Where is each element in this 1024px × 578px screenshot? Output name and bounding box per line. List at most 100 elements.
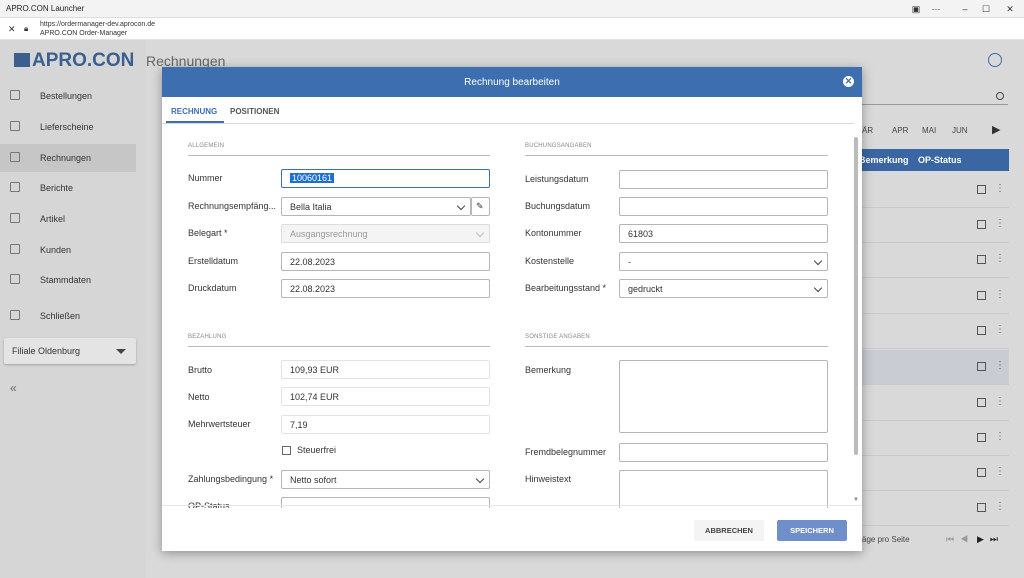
hinweistext-textarea[interactable] [619,470,828,508]
netto-label: Netto [188,392,210,402]
buchungsdatum-label: Buchungsdatum [525,201,591,211]
edit-icon[interactable] [977,398,986,407]
more-vert-icon[interactable]: ⋮ [995,183,1005,194]
sidebar-item-artikel[interactable]: Artikel [0,205,136,233]
cancel-button[interactable]: ABBRECHEN [694,520,764,541]
hinweistext-label: Hinweistext [525,474,572,484]
table-row[interactable]: ⋮ [857,350,1009,385]
section-buchungsangaben: BUCHUNGSANGABEN [525,143,592,149]
pin-icon[interactable]: ▣ [906,2,926,16]
more-vert-icon[interactable]: ⋮ [995,396,1005,407]
logout-icon [10,310,20,320]
sidebar-item-lieferscheine[interactable]: Lieferscheine [0,113,136,141]
section-bezahlung: BEZAHLUNG [188,334,227,340]
tab-positionen[interactable]: POSITIONEN [230,107,279,116]
edit-icon[interactable] [977,185,986,194]
sidebar-item-bestellungen[interactable]: Bestellungen [0,82,136,110]
pagination-nav-icon[interactable]: ⏮◀ [946,534,974,545]
fremdbelegnummer-label: Fremdbelegnummer [525,447,607,457]
zahlungsbedingung-select[interactable]: Netto sofort [281,470,490,489]
kostenstelle-select[interactable]: - [619,252,828,271]
sidebar-item-label: Bestellungen [40,91,93,101]
minimize-icon[interactable]: – [955,2,975,16]
steuerfrei-checkbox[interactable] [282,446,291,455]
tab-rechnung[interactable]: RECHNUNG [171,107,217,116]
sidebar-item-berichte[interactable]: Berichte [0,174,136,202]
erstelldatum-field[interactable]: 22.08.2023 [281,252,490,271]
edit-recipient-button[interactable]: ✎ [471,197,490,216]
col-opstatus: OP-Status [918,155,962,165]
table-row[interactable]: ⋮ [857,314,1009,349]
table-row[interactable]: ⋮ [857,421,1009,456]
edit-icon[interactable] [977,468,986,477]
chevron-down-icon [813,256,823,266]
leistungsdatum-field[interactable] [619,170,828,189]
edit-icon[interactable] [977,362,986,371]
edit-icon[interactable] [977,433,986,442]
buchungsdatum-field[interactable] [619,197,828,216]
table-row[interactable]: ⋮ [857,386,1009,421]
table-row[interactable]: ⋮ [857,173,1009,208]
more-vert-icon[interactable]: ⋮ [995,324,1005,335]
refresh-icon[interactable] [988,53,1002,67]
month-apr[interactable]: APR [892,126,908,135]
more-vert-icon[interactable]: ⋮ [995,431,1005,442]
sidebar-item-rechnungen[interactable]: Rechnungen [0,144,136,172]
pagination-next-icon[interactable]: ▶⏭ [977,534,1004,545]
more-vert-icon[interactable]: ⋮ [995,360,1005,371]
rows-per-page-label[interactable]: äge pro Seite [862,535,910,544]
sidebar-item-stammdaten[interactable]: Stammdaten [0,266,136,294]
druckdatum-field[interactable]: 22.08.2023 [281,279,490,298]
close-tab-icon[interactable]: ✕ [8,24,16,35]
table-row[interactable]: ⋮ [857,456,1009,491]
bemerkung-textarea[interactable] [619,360,828,433]
more-vert-icon[interactable]: ⋮ [995,466,1005,477]
edit-icon[interactable] [977,291,986,300]
more-vert-icon[interactable]: ⋮ [995,289,1005,300]
table-row[interactable]: ⋮ [857,208,1009,243]
tab-divider [162,123,854,124]
more-vert-icon[interactable]: ⋮ [995,218,1005,229]
table-row[interactable]: ⋮ [857,491,1009,526]
more-vert-icon[interactable]: ⋮ [995,253,1005,264]
erstelldatum-label: Erstelldatum [188,256,239,266]
save-button[interactable]: SPEICHERN [777,520,847,541]
url-text[interactable]: https://ordermanager-dev.aprocon.de [40,21,155,28]
month-mai[interactable]: MAI [922,126,936,135]
sidebar-item-label: Kunden [40,245,72,255]
collapse-sidebar-icon[interactable]: « [10,381,17,395]
edit-icon[interactable] [977,503,986,512]
month-jun[interactable]: JUN [952,126,968,135]
bemerkung-label: Bemerkung [525,365,572,375]
maximize-icon[interactable]: ☐ [976,2,996,16]
close-window-icon[interactable]: ✕ [1000,2,1020,16]
dialog-header: Rechnung bearbeiten ✕ [162,67,862,97]
edit-icon[interactable] [977,255,986,264]
kontonummer-field[interactable]: 61803 [619,224,828,243]
more-vert-icon[interactable]: ⋮ [995,501,1005,512]
dialog-scrollbar[interactable] [854,137,858,455]
close-icon[interactable]: ✕ [843,76,854,87]
bearbeitungsstand-value: gedruckt [628,284,663,294]
month-mar[interactable]: ÄR [862,126,873,135]
edit-icon[interactable] [977,326,986,335]
bearbeitungsstand-select[interactable]: gedruckt [619,279,828,298]
table-row[interactable]: ⋮ [857,279,1009,314]
search-icon[interactable] [996,92,1004,100]
branch-select[interactable]: Filiale Oldenburg [4,338,136,364]
search-underline [862,104,1008,105]
scroll-down-icon[interactable]: ▼ [853,497,859,503]
empfaenger-select[interactable]: Bella Italia [281,197,471,216]
kostenstelle-value: - [628,257,631,267]
lock-icon: 🔒︎ [24,24,29,33]
nummer-field[interactable]: 10060161 [281,169,490,188]
sidebar-item-kunden[interactable]: Kunden [0,236,136,264]
sidebar-item-schliessen[interactable]: Schließen [0,302,136,330]
chart-icon [10,182,20,192]
branch-value: Filiale Oldenburg [12,346,81,356]
table-row[interactable]: ⋮ [857,243,1009,278]
fremdbelegnummer-field[interactable] [619,443,828,462]
more-icon[interactable]: ⋯ [926,2,946,16]
next-month-icon[interactable]: ▶ [992,123,1000,136]
edit-icon[interactable] [977,220,986,229]
